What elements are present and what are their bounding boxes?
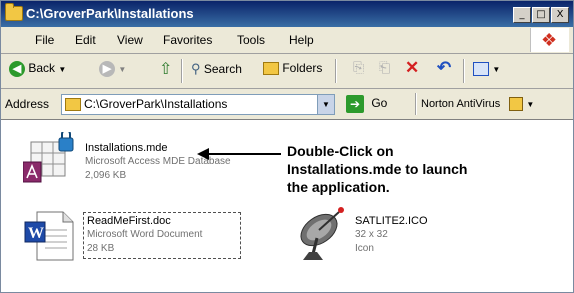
go-arrow-icon: ➔: [346, 95, 364, 113]
file-name: SATLITE2.ICO: [355, 215, 428, 227]
undo-icon[interactable]: ↶: [437, 58, 451, 78]
menu-edit[interactable]: Edit: [75, 33, 96, 47]
folder-icon: [65, 98, 81, 111]
go-button[interactable]: ➔ Go: [346, 95, 387, 113]
annotation-arrow-icon: [197, 148, 281, 160]
menu-bar: File Edit View Favorites Tools Help ❖: [1, 27, 573, 54]
satellite-dish-icon: [300, 207, 344, 260]
search-button[interactable]: ⚲ Search: [191, 61, 242, 77]
menu-help[interactable]: Help: [289, 33, 314, 47]
annotation-line: the application.: [287, 179, 390, 195]
views-icon: [473, 61, 489, 76]
annotation-line: Installations.mde to launch: [287, 161, 468, 177]
address-dropdown-icon[interactable]: ▼: [317, 95, 334, 114]
menu-file[interactable]: File: [35, 33, 54, 47]
search-label: Search: [203, 62, 242, 76]
back-label: Back: [28, 61, 56, 76]
file-type: Microsoft Word Document: [87, 229, 203, 240]
annotation-line: Double-Click on: [287, 143, 394, 159]
views-button[interactable]: ▼: [473, 61, 500, 76]
file-type: 32 x 32: [355, 229, 388, 240]
instruction-annotation: Double-Click on Installations.mde to lau…: [287, 142, 467, 196]
file-list-pane: Installations.mde Microsoft Access MDE D…: [1, 120, 573, 292]
address-label: Address: [5, 97, 50, 111]
explorer-window: C:\GroverPark\Installations _ □ X File E…: [0, 0, 574, 293]
word-document-icon: W: [24, 211, 74, 261]
go-label: Go: [371, 96, 388, 111]
chevron-down-icon: ▼: [58, 65, 67, 75]
file-name: Installations.mde: [85, 142, 168, 154]
search-icon: ⚲: [191, 61, 201, 76]
chevron-down-icon: ▼: [492, 65, 501, 74]
windows-logo: ❖: [530, 28, 569, 52]
folder-icon: [5, 3, 23, 21]
toolbar-separator: [415, 93, 417, 115]
toolbar-separator: [181, 59, 183, 83]
back-arrow-icon: ◀: [9, 61, 25, 77]
file-size: Icon: [355, 243, 374, 254]
menu-view[interactable]: View: [117, 33, 143, 47]
folders-label: Folders: [282, 61, 323, 75]
toolbar: ◀ Back ▼ ▶ ▼ ⇧ ⚲ Search Folders ⎘ ⎗ ✕ ↶ …: [1, 54, 573, 89]
window-title: C:\GroverPark\Installations: [26, 6, 194, 21]
menu-favorites[interactable]: Favorites: [163, 33, 212, 47]
chevron-down-icon: ▼: [118, 65, 127, 75]
address-input[interactable]: C:\GroverPark\Installations ▼: [61, 94, 335, 115]
maximize-button[interactable]: □: [532, 7, 550, 23]
file-size: 28 KB: [87, 243, 115, 254]
move-to-icon[interactable]: ⎘: [353, 59, 364, 76]
windows-flag-icon: ❖: [541, 30, 558, 50]
folders-icon: [263, 62, 279, 76]
toolbar-separator: [463, 59, 465, 83]
address-value: C:\GroverPark\Installations: [84, 97, 228, 111]
file-name: ReadMeFirst.doc: [87, 215, 171, 227]
close-button[interactable]: X: [551, 7, 569, 23]
menu-tools[interactable]: Tools: [237, 33, 265, 47]
back-button[interactable]: ◀ Back ▼: [9, 61, 66, 77]
folders-button[interactable]: Folders: [263, 61, 323, 76]
up-folder-icon[interactable]: ⇧: [159, 59, 172, 79]
title-bar[interactable]: C:\GroverPark\Installations _ □ X: [1, 1, 573, 27]
forward-arrow-icon: ▶: [99, 61, 115, 77]
toolbar-separator: [335, 59, 337, 83]
chevron-down-icon: ▼: [526, 99, 535, 109]
file-size: 2,096 KB: [85, 170, 127, 181]
copy-to-icon[interactable]: ⎗: [379, 59, 390, 76]
address-bar: Address C:\GroverPark\Installations ▼ ➔ …: [1, 89, 573, 120]
norton-icon: [509, 97, 524, 111]
svg-text:W: W: [28, 225, 44, 242]
forward-button[interactable]: ▶ ▼: [99, 61, 126, 77]
minimize-button[interactable]: _: [513, 7, 531, 23]
access-database-icon: [23, 132, 74, 183]
delete-icon[interactable]: ✕: [405, 58, 419, 78]
norton-antivirus-button[interactable]: Norton AntiVirus ▼: [421, 97, 534, 111]
norton-antivirus-label: Norton AntiVirus: [421, 97, 501, 110]
